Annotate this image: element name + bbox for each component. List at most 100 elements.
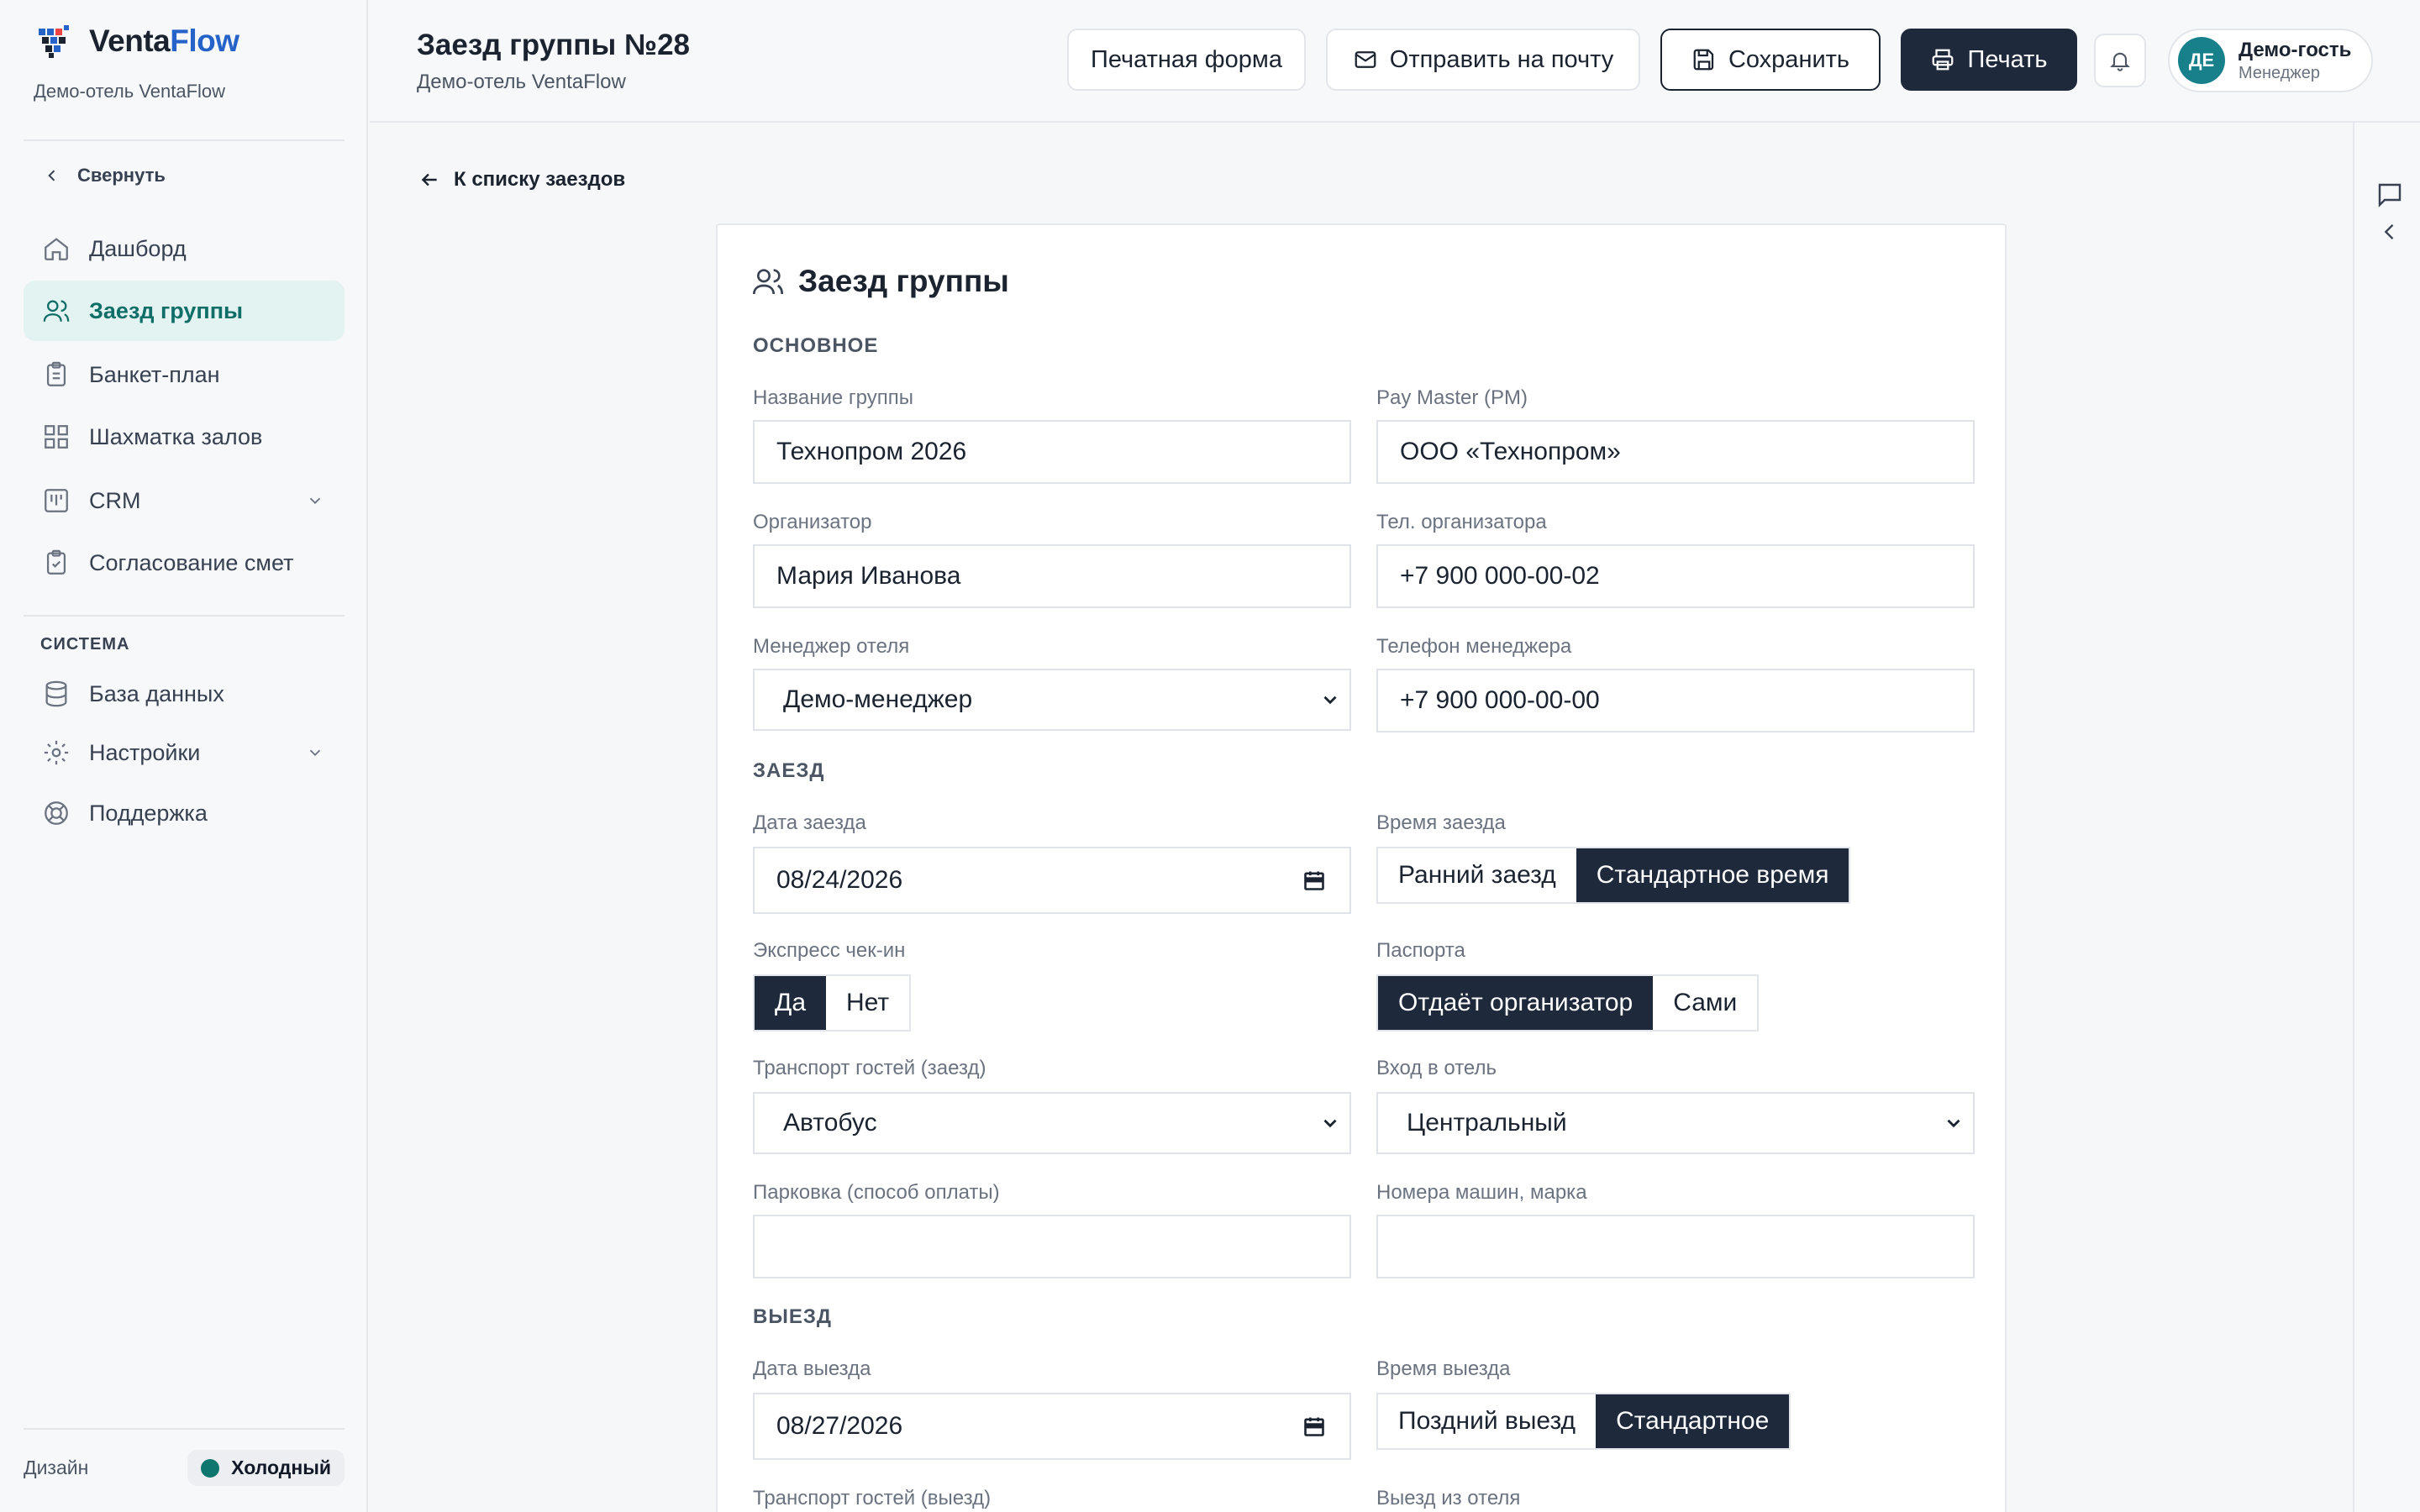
mail-icon (1355, 51, 1376, 68)
hotel-exit-label: Выезд из отеля (1376, 1487, 1521, 1509)
page-subtitle: Демо-отель VentaFlow (417, 71, 626, 93)
notifications-button[interactable] (2094, 34, 2146, 87)
lifebuoy-icon (45, 801, 68, 825)
transport-in-value: Автобус (783, 1109, 877, 1137)
collapse-label: Свернуть (77, 165, 166, 186)
express-checkin-yes-option[interactable]: Да (755, 976, 827, 1030)
sidebar-item-dashboard[interactable]: Дашборд (24, 218, 345, 279)
chevron-left-icon (48, 170, 55, 181)
checkin-date-value: 08/24/2026 (776, 866, 903, 894)
divider (24, 139, 345, 141)
manager-phone-input[interactable]: +7 900 000-00-00 (1376, 669, 1975, 732)
users-icon (43, 300, 70, 322)
passports-organizer-option[interactable]: Отдаёт организатор (1378, 976, 1654, 1030)
hotel-manager-select[interactable]: Демо-менеджер (753, 669, 1351, 731)
transport-in-select[interactable]: Автобус (753, 1092, 1351, 1154)
save-icon (1693, 49, 1714, 71)
form-title: Заезд группы (751, 264, 1009, 299)
calendar-icon[interactable] (1302, 1415, 1326, 1438)
theme-label: Холодный (231, 1457, 331, 1478)
sidebar-section-title: СИСТЕМА (40, 635, 130, 654)
save-button[interactable]: Сохранить (1660, 29, 1881, 91)
checkout-time-standard-option[interactable]: Стандартное (1596, 1394, 1790, 1448)
organizer-input[interactable]: Мария Иванова (753, 544, 1351, 608)
chevron-down-icon (309, 497, 321, 505)
collapse-sidebar-button[interactable]: Свернуть (44, 165, 166, 186)
user-menu[interactable]: ДЕ Демо-гость Менеджер (2168, 29, 2373, 92)
group-name-value: Технопром 2026 (776, 438, 967, 465)
print-form-button[interactable]: Печатная форма (1067, 29, 1306, 91)
print-label: Печать (1967, 45, 2048, 73)
sidebar-item-database[interactable]: База данных (24, 664, 345, 724)
divider (24, 1428, 345, 1430)
sidebar: VentaFlow Демо-отель VentaFlow Свернуть … (0, 0, 368, 1512)
divider (24, 615, 345, 617)
pay-master-label: Pay Master (PM) (1376, 386, 1528, 409)
manager-phone-value: +7 900 000-00-00 (1400, 686, 1600, 714)
checkout-time-label: Время выезда (1376, 1357, 1511, 1380)
express-checkin-no-option[interactable]: Нет (826, 976, 909, 1030)
section-checkout-heading: ВЫЕЗД (753, 1305, 832, 1328)
users-icon (753, 269, 783, 295)
parking-label: Парковка (способ оплаты) (753, 1181, 1000, 1204)
theme-switch[interactable]: Холодный (187, 1450, 345, 1486)
hotel-entrance-select[interactable]: Центральный (1376, 1092, 1975, 1154)
car-numbers-input[interactable] (1376, 1215, 1975, 1278)
chevron-down-icon (1947, 1119, 1960, 1128)
arrow-left-icon (421, 173, 437, 186)
design-label: Дизайн (24, 1457, 89, 1478)
transport-out-label: Транспорт гостей (выезд) (753, 1487, 992, 1509)
print-button[interactable]: Печать (1901, 29, 2077, 91)
section-main-heading: ОСНОВНОЕ (753, 334, 879, 357)
hotel-manager-label: Менеджер отеля (753, 635, 910, 658)
grid-icon (45, 425, 68, 449)
group-name-label: Название группы (753, 386, 913, 409)
user-name: Демо-гость (2238, 38, 2352, 61)
manager-phone-label: Телефон менеджера (1376, 635, 1572, 658)
checkout-date-value: 08/27/2026 (776, 1412, 903, 1440)
checkin-time-standard-option[interactable]: Стандартное время (1576, 848, 1849, 902)
logo-mark-icon (39, 25, 71, 58)
pay-master-input[interactable]: ООО «Технопром» (1376, 420, 1975, 484)
comments-icon[interactable] (2375, 180, 2405, 210)
sidebar-item-estimates[interactable]: Согласование смет (24, 533, 345, 593)
back-to-list-link[interactable]: К списку заездов (418, 168, 625, 192)
sidebar-item-label: База данных (89, 680, 224, 706)
sidebar-item-support[interactable]: Поддержка (24, 783, 345, 843)
sidebar-item-label: Банкет-план (89, 361, 220, 387)
brand-logo[interactable]: VentaFlow (39, 24, 239, 59)
organizer-phone-label: Тел. организатора (1376, 511, 1547, 533)
checkin-time-early-option[interactable]: Ранний заезд (1378, 848, 1576, 902)
printer-icon (1933, 49, 1954, 71)
chevron-left-icon[interactable] (2378, 220, 2402, 244)
kanban-icon (45, 489, 68, 512)
sidebar-item-banquet-plan[interactable]: Банкет-план (24, 344, 345, 405)
sidebar-item-halls-grid[interactable]: Шахматка залов (24, 407, 345, 467)
sidebar-item-label: Дашборд (89, 235, 187, 261)
hotel-entrance-value: Центральный (1407, 1109, 1567, 1137)
avatar: ДЕ (2178, 37, 2225, 84)
send-email-button[interactable]: Отправить на почту (1326, 29, 1640, 91)
express-checkin-label: Экспресс чек-ин (753, 939, 906, 962)
checkin-time-label: Время заезда (1376, 811, 1506, 834)
pay-master-value: ООО «Технопром» (1400, 438, 1621, 465)
form-title-text: Заезд группы (798, 264, 1009, 298)
calendar-icon[interactable] (1302, 869, 1326, 892)
passports-self-option[interactable]: Сами (1653, 976, 1757, 1030)
gear-icon (44, 740, 69, 765)
group-name-input[interactable]: Технопром 2026 (753, 420, 1351, 484)
checkout-time-late-option[interactable]: Поздний выезд (1378, 1394, 1596, 1448)
design-row: Дизайн Холодный (24, 1450, 345, 1486)
sidebar-item-settings[interactable]: Настройки (24, 722, 345, 783)
organizer-phone-input[interactable]: +7 900 000-00-02 (1376, 544, 1975, 608)
checkin-date-label: Дата заезда (753, 811, 866, 834)
sidebar-item-crm[interactable]: CRM (24, 470, 345, 531)
sidebar-item-group-checkin[interactable]: Заезд группы (24, 281, 345, 341)
checkin-date-input[interactable]: 08/24/2026 (753, 847, 1351, 914)
checkout-date-input[interactable]: 08/27/2026 (753, 1393, 1351, 1460)
print-form-label: Печатная форма (1091, 45, 1282, 73)
group-checkin-form: Заезд группы ОСНОВНОЕ Название группы Те… (716, 223, 2007, 1512)
parking-input[interactable] (753, 1215, 1351, 1278)
hotel-name: Демо-отель VentaFlow (34, 81, 226, 102)
checkout-time-toggle: Поздний выезд Стандартное (1376, 1393, 1791, 1450)
